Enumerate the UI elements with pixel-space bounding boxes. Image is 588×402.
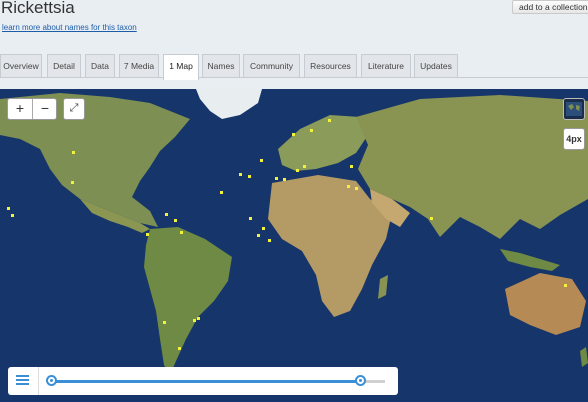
occurrence-point xyxy=(72,151,75,154)
occurrence-point xyxy=(268,239,271,242)
greenland-landmass xyxy=(196,89,262,119)
occurrence-point xyxy=(174,219,177,222)
tab-overview[interactable]: Overview xyxy=(0,54,42,78)
south-america-landmass xyxy=(144,227,232,375)
occurrence-point xyxy=(163,321,166,324)
occurrence-point xyxy=(7,207,10,210)
occurrence-point xyxy=(146,233,149,236)
tab-detail[interactable]: Detail xyxy=(47,54,81,78)
zoom-in-button[interactable]: + xyxy=(8,99,32,119)
occurrence-point xyxy=(220,191,223,194)
occurrence-point xyxy=(193,319,196,322)
europe-landmass xyxy=(278,115,368,171)
tab-names[interactable]: Names xyxy=(202,54,240,78)
page-header: Rickettsia learn more about names for th… xyxy=(0,0,588,55)
names-info-link[interactable]: learn more about names for this taxon xyxy=(2,23,137,32)
tab-map[interactable]: 1 Map xyxy=(163,54,199,80)
occurrence-point xyxy=(71,181,74,184)
occurrence-point xyxy=(257,234,260,237)
occurrence-point xyxy=(275,177,278,180)
tab-divider xyxy=(0,77,588,78)
occurrence-point xyxy=(165,213,168,216)
slider-range-fill xyxy=(50,380,362,383)
add-to-collection-button[interactable]: add to a collection xyxy=(512,0,588,14)
occurrence-point xyxy=(350,165,353,168)
zoom-out-button[interactable]: − xyxy=(33,99,57,119)
occurrence-point xyxy=(260,159,263,162)
occurrence-point xyxy=(355,187,358,190)
menu-icon[interactable] xyxy=(16,375,29,386)
occurrence-point xyxy=(248,175,251,178)
madagascar-landmass xyxy=(378,275,388,299)
occurrence-point xyxy=(239,173,242,176)
zoom-control: + − xyxy=(7,98,57,120)
tab-updates[interactable]: Updates xyxy=(414,54,458,78)
occurrence-point xyxy=(564,284,567,287)
fullscreen-icon: ⤢ xyxy=(69,102,79,114)
occurrence-point xyxy=(310,129,313,132)
occurrence-point xyxy=(296,169,299,172)
layers-button[interactable] xyxy=(563,98,585,120)
occurrence-point xyxy=(328,119,331,122)
tab-data[interactable]: Data xyxy=(85,54,115,78)
occurrence-point xyxy=(249,217,252,220)
occurrence-point xyxy=(180,231,183,234)
occurrence-point xyxy=(430,217,433,220)
occurrence-point xyxy=(197,317,200,320)
page-title: Rickettsia xyxy=(1,0,75,17)
australia-landmass xyxy=(505,273,586,335)
pixel-size-toggle[interactable]: 4px xyxy=(563,128,585,150)
slider-end-handle[interactable] xyxy=(355,375,366,386)
occurrence-point xyxy=(262,227,265,230)
occurrence-point xyxy=(292,133,295,136)
new-zealand-landmass xyxy=(580,347,588,367)
occurrence-point xyxy=(283,178,286,181)
occurrence-point xyxy=(178,347,181,350)
tab-literature[interactable]: Literature xyxy=(361,54,411,78)
tab-bar: Overview Detail Data 7 Media 1 Map Names… xyxy=(0,54,588,80)
layers-icon xyxy=(566,102,582,116)
fullscreen-button[interactable]: ⤢ xyxy=(63,98,85,120)
occurrence-point xyxy=(303,165,306,168)
occurrence-point xyxy=(11,214,14,217)
indonesia-landmass xyxy=(500,249,560,271)
tab-media[interactable]: 7 Media xyxy=(119,54,159,78)
tab-resources[interactable]: Resources xyxy=(304,54,357,78)
tab-community[interactable]: Community xyxy=(243,54,300,78)
year-filter-panel xyxy=(8,367,398,395)
occurrence-point xyxy=(347,185,350,188)
slider-divider xyxy=(38,367,39,395)
world-map-graphic xyxy=(0,89,588,375)
slider-start-handle[interactable] xyxy=(46,375,57,386)
occurrence-map[interactable]: + − ⤢ 4px xyxy=(0,89,588,402)
